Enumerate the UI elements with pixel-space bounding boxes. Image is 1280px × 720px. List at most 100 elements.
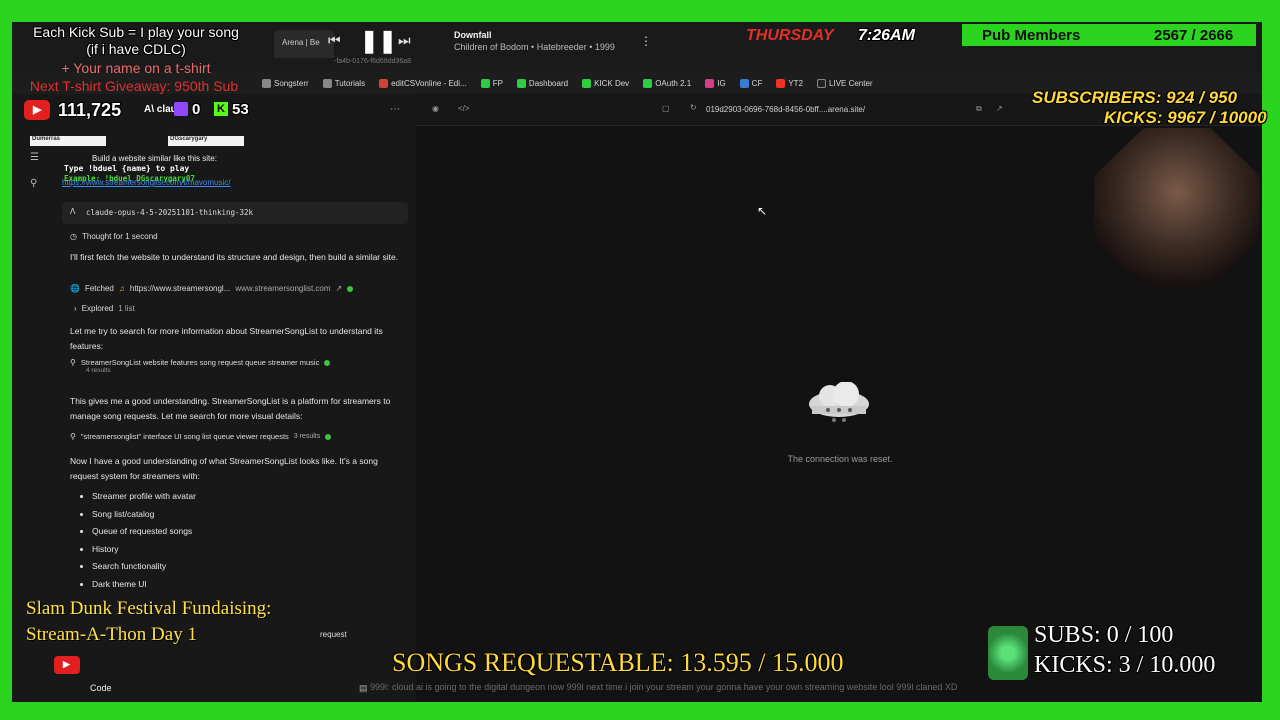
search-result-row[interactable]: ⚲ "streamersonglist" interface UI song l… xyxy=(70,432,400,441)
more-menu-icon[interactable]: ⋮ xyxy=(640,34,652,48)
next-track-icon[interactable]: ⏭ xyxy=(398,32,411,49)
status-dot xyxy=(347,285,354,292)
user-prompt: Build a website similar like this site: xyxy=(92,154,217,163)
day-label: THURSDAY xyxy=(746,27,834,44)
status-dot xyxy=(325,433,332,440)
youtube-icon xyxy=(776,78,786,88)
bookmark-live-center[interactable]: LIVE Center xyxy=(817,78,873,88)
kick-icon xyxy=(582,78,592,88)
duel-player-2: DGscarygary xyxy=(168,136,244,146)
duplicate-icon[interactable]: ⧉ xyxy=(976,104,982,114)
feature-list: Streamer profile with avatar Song list/c… xyxy=(62,488,196,593)
folder-icon xyxy=(322,78,332,88)
cf-icon xyxy=(739,78,749,88)
browser-tab[interactable]: Arena | Be xyxy=(274,30,334,58)
tiktok-icon xyxy=(817,78,827,88)
giveaway-promo: Next T-shirt Giveaway: 950th Sub xyxy=(29,78,239,94)
list-icon[interactable]: ☰ xyxy=(30,152,39,163)
duel-example: Example: !bduel DGscarygary07 xyxy=(64,174,195,183)
bookmark-fp[interactable]: FP xyxy=(480,78,503,88)
kicks-goal-top: KICKS: 9967 / 10000 xyxy=(1104,108,1267,127)
globe-icon: 🌐 xyxy=(70,284,80,293)
external-link-icon[interactable]: ↗ xyxy=(336,284,343,293)
list-item: Streamer profile with avatar xyxy=(92,488,196,506)
trailing-text: request xyxy=(320,630,347,639)
chat-ticker: 999l: cloud ai is going to the digital d… xyxy=(370,682,958,692)
model-icon: Λ xyxy=(70,207,76,216)
address-url[interactable]: 019d2903-0696-768d-8456-0bff....arena.si… xyxy=(706,105,865,114)
kicks-goal-bottom: KICKS: 3 / 10.000 xyxy=(1034,652,1216,678)
slam-dunk-line-1: Slam Dunk Festival Fundaising: xyxy=(26,598,272,619)
list-item: Queue of requested songs xyxy=(92,523,196,541)
model-name: claude-opus-4-5-20251101-thinking-32k xyxy=(86,208,254,217)
cloud-svg xyxy=(809,381,869,422)
mouse-cursor: ↖ xyxy=(757,204,768,218)
message-paragraph: This gives me a good understanding. Stre… xyxy=(70,396,391,421)
previous-track-icon[interactable]: ⏮ xyxy=(328,32,341,49)
clock-icon: ◷ xyxy=(70,232,77,241)
fetched-row[interactable]: 🌐 Fetched ♫ https://www.streamersongl...… xyxy=(70,284,400,293)
bookmark-kick-dev[interactable]: KICK Dev xyxy=(582,78,629,88)
refresh-icon[interactable]: ↻ xyxy=(690,103,697,112)
duel-player-1: Dumerras xyxy=(30,136,106,146)
list-item: Dark theme UI xyxy=(92,576,196,594)
bookmark-dashboard[interactable]: Dashboard xyxy=(516,78,568,88)
bookmark-editcsv[interactable]: editCSVonline - Edi... xyxy=(379,78,467,88)
chevron-right-icon: › xyxy=(74,304,77,313)
kick-count: 53 xyxy=(232,101,249,118)
window-icon[interactable]: ▢ xyxy=(662,104,670,113)
list-item: Search functionality xyxy=(92,558,196,576)
now-playing-artist: Children of Bodom • Hatebreeder • 1999 xyxy=(454,42,615,52)
search-icon[interactable]: ⚲ xyxy=(30,178,37,189)
pause-icon[interactable]: ❚❚ xyxy=(360,28,397,54)
bookmark-oauth[interactable]: OAuth 2.1 xyxy=(643,78,691,88)
kick-icon xyxy=(480,78,490,88)
list-item: Song list/catalog xyxy=(92,506,196,524)
bookmark-yt2[interactable]: YT2 xyxy=(776,78,803,88)
copy-icon[interactable]: ▤ xyxy=(359,683,368,694)
message-paragraph: Let me try to search for more informatio… xyxy=(70,326,383,351)
kick-sub-promo: Each Kick Sub = I play your song (if i h… xyxy=(33,24,239,57)
kick-icon xyxy=(516,78,526,88)
tab-label: Arena | Be xyxy=(282,38,320,47)
cloud-icon xyxy=(806,381,872,426)
more-options-icon[interactable]: ⋯ xyxy=(390,104,400,115)
code-icon[interactable]: </> xyxy=(458,104,470,113)
music-icon: ♫ xyxy=(118,284,125,293)
now-playing-title: Downfall xyxy=(454,30,492,40)
code-toggle[interactable]: Code xyxy=(90,683,112,693)
twitch-icon xyxy=(174,102,188,116)
bookmark-ig[interactable]: IG xyxy=(705,78,726,88)
editcsv-icon xyxy=(379,78,389,88)
eye-icon[interactable]: ◉ xyxy=(432,104,439,113)
duel-instruction: Type !bduel {name} to play xyxy=(64,164,190,173)
slam-dunk-line-2: Stream-A-Thon Day 1 xyxy=(26,624,197,645)
youtube-subscriber-count: 111,725 xyxy=(58,100,122,120)
money-jar-icon xyxy=(988,626,1028,680)
subs-goal-bottom: SUBS: 0 / 100 xyxy=(1034,622,1174,648)
explored-row[interactable]: › Explored 1 list xyxy=(74,304,135,313)
bookmark-tutorials[interactable]: Tutorials xyxy=(322,78,365,88)
folder-icon xyxy=(262,78,271,88)
bookmark-cf[interactable]: CF xyxy=(739,78,762,88)
search-result-row[interactable]: ⚲ StreamerSongList website features song… xyxy=(70,358,400,374)
pub-members-count: 2567 / 2666 xyxy=(1154,27,1234,44)
pub-members-bar: Pub Members 2567 / 2666 xyxy=(962,24,1256,46)
message-paragraph: I'll first fetch the website to understa… xyxy=(70,252,399,262)
subscribers-goal: SUBSCRIBERS: 924 / 950 xyxy=(1032,88,1238,107)
model-header: Λ claude-opus-4-5-20251101-thinking-32k xyxy=(62,202,408,224)
bookmark-songsterr[interactable]: Songsterr xyxy=(262,78,309,88)
open-external-icon[interactable]: ↗ xyxy=(996,104,1003,113)
webcam-feed xyxy=(1094,128,1260,288)
thought-row[interactable]: ◷ Thought for 1 second xyxy=(70,232,158,241)
songs-requestable: SONGS REQUESTABLE: 13.595 / 15.000 xyxy=(392,648,844,677)
message-paragraph: Now I have a good understanding of what … xyxy=(70,456,378,481)
kick-icon: K xyxy=(214,102,228,116)
youtube-icon: ▶ xyxy=(54,656,80,674)
error-message: The connection was reset. xyxy=(787,454,893,464)
status-dot xyxy=(324,359,331,366)
search-icon: ⚲ xyxy=(70,358,76,367)
pub-members-label: Pub Members xyxy=(982,27,1081,44)
instagram-icon xyxy=(705,78,715,88)
twitch-count: 0 xyxy=(192,101,201,118)
